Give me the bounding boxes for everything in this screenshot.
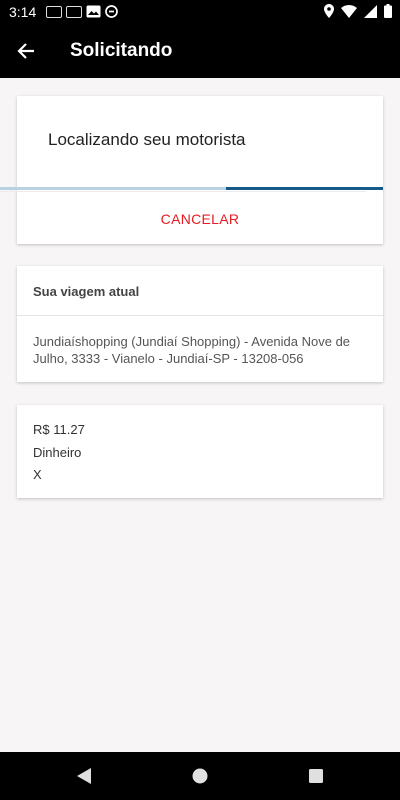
cancel-button[interactable]: CANCELAR xyxy=(17,194,383,244)
fare-extra: X xyxy=(33,467,42,482)
back-triangle-icon xyxy=(77,768,91,784)
notification-icon xyxy=(46,5,62,18)
nav-back-button[interactable] xyxy=(72,764,96,788)
search-progress-bar xyxy=(226,187,383,190)
signal-icon xyxy=(364,4,377,18)
status-time: 3:14 xyxy=(9,4,37,20)
battery-icon xyxy=(384,4,392,18)
arrow-left-icon xyxy=(17,43,34,59)
system-status-icons xyxy=(324,4,392,18)
location-icon xyxy=(324,4,334,18)
fare-card: R$ 11.27 Dinheiro X xyxy=(17,405,383,498)
divider xyxy=(0,191,366,192)
trip-header: Sua viagem atual xyxy=(33,284,140,299)
no-disturb-icon xyxy=(105,5,118,18)
notification-icon xyxy=(66,5,82,18)
current-trip-card: Sua viagem atual Jundiaíshopping (Jundia… xyxy=(17,266,383,382)
nav-recents-button[interactable] xyxy=(304,764,328,788)
notification-icons xyxy=(46,5,118,18)
page-title: Solicitando xyxy=(70,40,173,61)
app-bar: Solicitando xyxy=(0,24,400,78)
trip-address: Jundiaíshopping (Jundiaí Shopping) - Ave… xyxy=(33,334,351,366)
system-nav-bar xyxy=(0,752,400,800)
divider xyxy=(17,315,383,316)
recents-square-icon xyxy=(309,769,323,783)
searching-message: Localizando seu motorista xyxy=(48,130,246,149)
payment-method: Dinheiro xyxy=(33,445,82,460)
back-button[interactable] xyxy=(10,35,42,67)
image-icon xyxy=(86,5,101,18)
nav-home-button[interactable] xyxy=(188,764,212,788)
status-bar: 3:14 xyxy=(0,0,400,24)
fare-price: R$ 11.27 xyxy=(33,422,85,437)
driver-search-card: Localizando seu motorista CANCELAR xyxy=(17,96,383,244)
home-circle-icon xyxy=(192,768,208,784)
wifi-icon xyxy=(341,4,357,18)
